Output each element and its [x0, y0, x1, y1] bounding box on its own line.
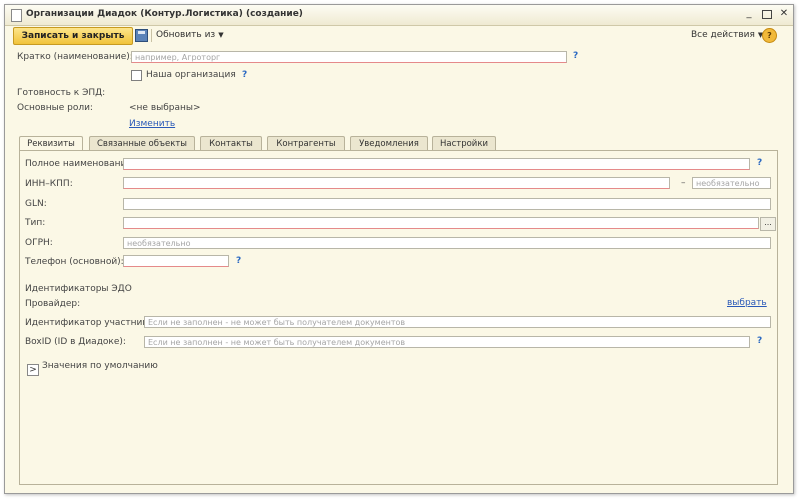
close-button[interactable]: ✕ — [778, 8, 790, 20]
tab-contacts[interactable]: Контакты — [200, 136, 262, 151]
all-actions-button[interactable]: Все действия ▼ — [691, 30, 763, 40]
edo-ready-label: Готовность к ЭПД: — [17, 88, 106, 98]
short-name-input[interactable]: например, Агроторг — [131, 51, 567, 63]
tab-related-objects[interactable]: Связанные объекты — [89, 136, 195, 151]
our-organization-help-icon[interactable]: ? — [242, 70, 247, 80]
help-button[interactable]: ? — [762, 28, 777, 43]
defaults-section-label[interactable]: Значения по умолчанию — [42, 361, 158, 371]
inn-kpp-separator: – — [681, 178, 686, 188]
full-name-help-icon[interactable]: ? — [757, 158, 762, 168]
participant-id-input[interactable]: Если не заполнен - не может быть получат… — [144, 316, 771, 328]
form-window: Организации Диадок (Контур.Логистика) (с… — [4, 4, 794, 494]
tab-notifications[interactable]: Уведомления — [350, 136, 428, 151]
change-roles-link[interactable]: Изменить — [129, 119, 175, 129]
defaults-expand-icon[interactable]: > — [27, 364, 39, 376]
boxid-input[interactable]: Если не заполнен - не может быть получат… — [144, 336, 750, 348]
phone-label: Телефон (основной): — [25, 257, 124, 267]
maximize-button[interactable] — [761, 8, 773, 20]
phone-input[interactable] — [123, 255, 229, 267]
refresh-from-label: Обновить из — [156, 30, 216, 40]
main-roles-value: <не выбраны> — [129, 103, 201, 113]
window-title: Организации Диадок (Контур.Логистика) (с… — [26, 9, 303, 19]
inn-input[interactable] — [123, 177, 670, 189]
toolbar-separator — [151, 29, 152, 42]
short-name-label: Кратко (наименование): — [17, 52, 133, 62]
document-icon — [11, 9, 22, 22]
chevron-down-icon: ▼ — [218, 31, 224, 39]
maximize-icon — [762, 10, 772, 19]
tab-counterparties[interactable]: Контрагенты — [267, 136, 345, 151]
ogrn-label: ОГРН: — [25, 238, 53, 248]
type-input[interactable] — [123, 217, 759, 229]
type-label: Тип: — [25, 218, 46, 228]
save-icon[interactable] — [135, 29, 148, 42]
ogrn-input[interactable]: необязательно — [123, 237, 771, 249]
inn-kpp-label: ИНН–КПП: — [25, 179, 73, 189]
title-bar: Организации Диадок (Контур.Логистика) (с… — [5, 5, 793, 26]
type-select-button[interactable]: ... — [760, 217, 776, 231]
gln-label: GLN: — [25, 199, 47, 209]
select-provider-link[interactable]: выбрать — [727, 298, 767, 308]
all-actions-label: Все действия — [691, 30, 755, 40]
provider-label: Провайдер: — [25, 299, 81, 309]
short-name-help-icon[interactable]: ? — [573, 51, 578, 61]
tab-settings[interactable]: Настройки — [432, 136, 496, 151]
gln-input[interactable] — [123, 198, 771, 210]
kpp-input[interactable]: необязательно — [692, 177, 771, 189]
full-name-input[interactable] — [123, 158, 750, 170]
save-and-close-button[interactable]: Записать и закрыть — [13, 27, 133, 45]
minimize-button[interactable]: _ — [743, 8, 755, 20]
refresh-from-button[interactable]: Обновить из ▼ — [156, 30, 224, 40]
participant-id-label: Идентификатор участника: — [25, 318, 157, 328]
full-name-label: Полное наименование: — [25, 159, 135, 169]
our-organization-checkbox[interactable] — [131, 70, 142, 81]
phone-help-icon[interactable]: ? — [236, 256, 241, 266]
edo-identifiers-heading: Идентификаторы ЭДО — [25, 284, 132, 294]
boxid-help-icon[interactable]: ? — [757, 336, 762, 346]
main-roles-label: Основные роли: — [17, 103, 93, 113]
our-organization-label: Наша организация — [146, 70, 236, 80]
boxid-label: BoxID (ID в Диадоке): — [25, 337, 126, 347]
